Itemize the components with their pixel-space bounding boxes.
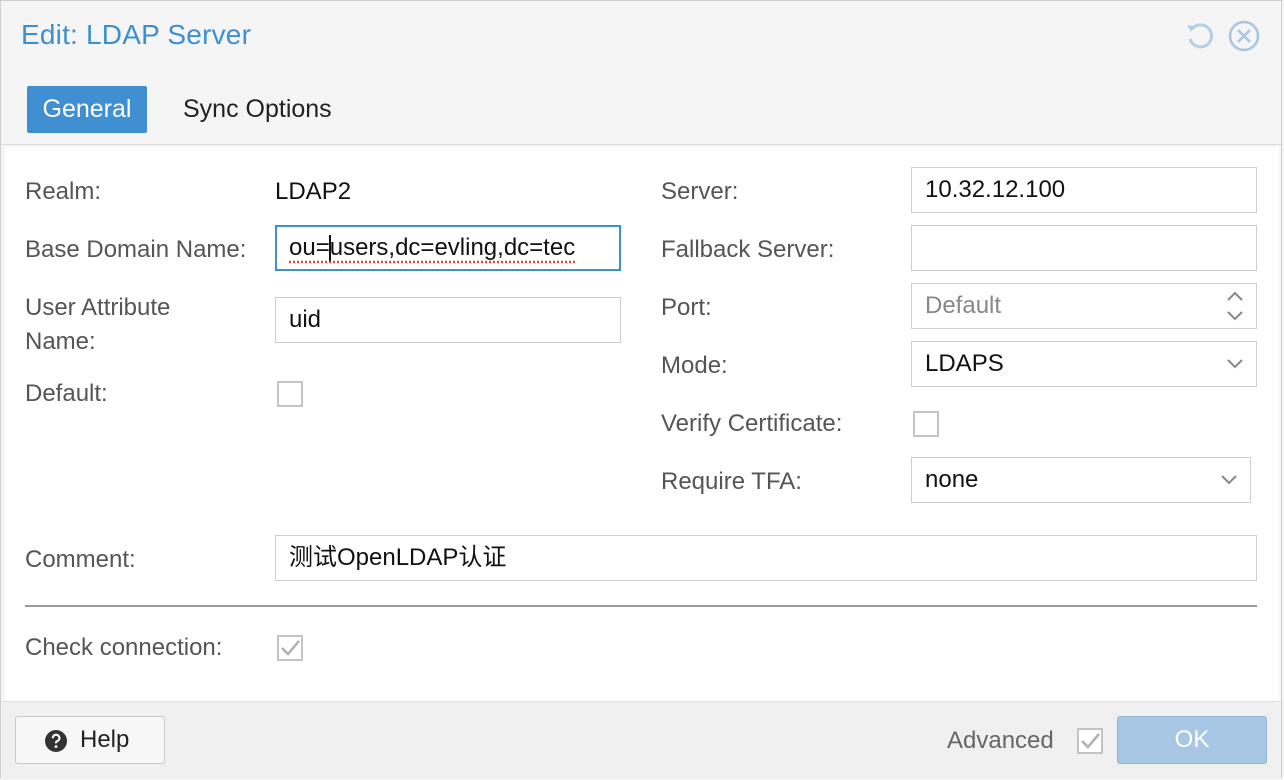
require-tfa-value: none xyxy=(925,466,979,493)
section-divider xyxy=(25,605,1257,607)
default-checkbox[interactable] xyxy=(277,381,303,407)
comment-input[interactable]: 测试OpenLDAP认证 xyxy=(275,535,1257,581)
base-dn-label: Base Domain Name: xyxy=(25,236,247,263)
require-tfa-select[interactable]: none xyxy=(911,457,1251,503)
base-dn-input[interactable]: ou=users,dc=evling,dc=tec xyxy=(275,225,621,271)
check-connection-label: Check connection: xyxy=(25,634,223,661)
user-attr-label: User Attribute Name: xyxy=(25,294,171,355)
realm-value: LDAP2 xyxy=(275,178,352,205)
spinner-arrows-icon[interactable] xyxy=(1224,286,1246,326)
checkmark-icon xyxy=(281,640,300,656)
chevron-down-icon xyxy=(1227,359,1243,369)
checkmark-icon xyxy=(1081,733,1100,749)
default-label: Default: xyxy=(25,380,108,407)
base-dn-text-after: users,dc=evling,dc=tec xyxy=(329,234,576,261)
server-label: Server: xyxy=(661,178,739,205)
mode-value: LDAPS xyxy=(925,350,1004,377)
help-button[interactable]: Help xyxy=(15,716,165,764)
check-connection-checkbox[interactable] xyxy=(277,635,303,661)
realm-label: Realm: xyxy=(25,178,102,205)
user-attr-input[interactable]: uid xyxy=(275,297,621,343)
question-circle-icon xyxy=(45,730,67,752)
fallback-server-input[interactable] xyxy=(911,225,1257,271)
verify-certificate-label: Verify Certificate: xyxy=(661,410,843,437)
advanced-checkbox[interactable] xyxy=(1077,728,1103,754)
base-dn-text-before: ou= xyxy=(289,234,330,261)
tab-sync-options[interactable]: Sync Options xyxy=(169,86,346,133)
mode-select[interactable]: LDAPS xyxy=(911,341,1257,387)
reset-icon[interactable] xyxy=(1183,19,1217,53)
port-placeholder: Default xyxy=(925,292,1002,319)
require-tfa-label: Require TFA: xyxy=(661,468,802,495)
fallback-server-label: Fallback Server: xyxy=(661,236,835,263)
dialog-titlebar[interactable]: Edit: LDAP Server xyxy=(1,1,1281,73)
tab-general[interactable]: General xyxy=(27,86,147,133)
verify-certificate-checkbox[interactable] xyxy=(913,411,939,437)
close-icon[interactable] xyxy=(1227,19,1261,53)
tab-bar: General Sync Options xyxy=(1,73,1281,145)
help-button-label: Help xyxy=(80,726,130,753)
mode-label: Mode: xyxy=(661,352,728,379)
general-panel: Realm: LDAP2 Base Domain Name: ou=users,… xyxy=(5,147,1279,701)
dialog-title: Edit: LDAP Server xyxy=(21,19,252,50)
dialog-footer: Help Advanced OK xyxy=(1,701,1281,779)
port-input[interactable]: Default xyxy=(911,283,1257,329)
ok-button[interactable]: OK xyxy=(1117,716,1267,764)
edit-ldap-server-dialog: Edit: LDAP Server General Sync Options R… xyxy=(0,0,1282,779)
comment-label: Comment: xyxy=(25,546,136,573)
port-label: Port: xyxy=(661,294,712,321)
server-input[interactable]: 10.32.12.100 xyxy=(911,167,1257,213)
advanced-label: Advanced xyxy=(947,727,1054,754)
chevron-down-icon xyxy=(1221,475,1237,485)
